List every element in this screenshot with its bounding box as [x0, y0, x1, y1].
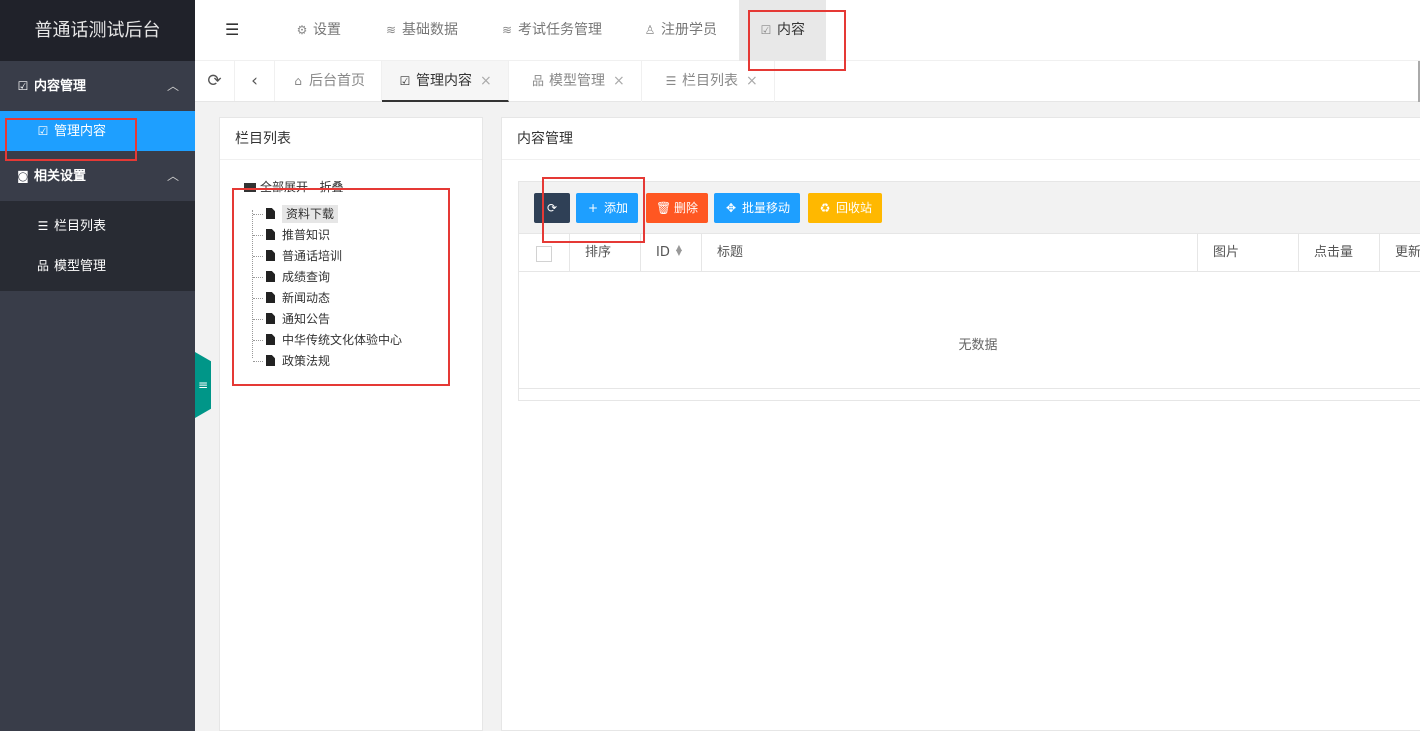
sort-icon[interactable]: ▲ ▼: [676, 244, 682, 257]
gear-icon: ⚙: [296, 23, 308, 37]
edit-icon: ☑: [399, 74, 411, 88]
topnav-base-data[interactable]: ≋ 基础数据: [384, 0, 458, 61]
tab-home[interactable]: ⌂ 后台首页: [275, 61, 382, 102]
column-header-id[interactable]: ID ▲ ▼: [641, 234, 702, 272]
select-all-checkbox[interactable]: [536, 246, 552, 262]
tab-model-manage[interactable]: 品模型管理 ×: [515, 61, 642, 102]
delete-button[interactable]: 🗑 删除: [646, 193, 709, 223]
sitemap-icon: 品: [36, 259, 49, 273]
chevron-up-icon: ︿: [166, 169, 179, 183]
list-icon: ☰: [37, 219, 49, 233]
tab-manage-content[interactable]: ☑ 管理内容 ×: [382, 61, 509, 102]
sidebar-group-content[interactable]: ☑ 内容管理 ︿: [0, 61, 195, 111]
edit-icon: ☑: [17, 79, 29, 93]
sitemap-icon: 品: [531, 74, 544, 88]
sliders-icon: ≡: [197, 378, 209, 392]
recycle-bin-button[interactable]: ♻ 回收站: [808, 193, 883, 223]
recycle-icon: ♻: [819, 201, 831, 215]
column-header-title[interactable]: 标题: [702, 234, 1198, 272]
list-icon: ☰: [665, 74, 677, 88]
column-header-updated[interactable]: 更新: [1380, 234, 1420, 272]
database-icon: ≋: [501, 23, 513, 37]
close-icon[interactable]: ×: [480, 73, 492, 89]
table-header: 排序 ID ▲ ▼ 标题 图片 点击量 更新: [519, 234, 1420, 272]
sidebar: 普通话测试后台 ☑ 内容管理 ︿ ☑ 管理内容 ◙ 相关设置 ︿ ☰ 栏目列表 品模型管…: [0, 0, 195, 731]
panel-title: 栏目列表: [220, 118, 482, 160]
sidebar-group-label: 内容管理: [34, 79, 87, 94]
topnav-students[interactable]: ♙ 注册学员: [643, 0, 717, 61]
trash-icon: 🗑: [656, 201, 672, 215]
topnav-exam-tasks[interactable]: ≋ 考试任务管理: [500, 0, 602, 61]
chevron-up-icon: ︿: [166, 79, 179, 93]
user-icon: ♙: [644, 23, 656, 37]
column-header-clicks[interactable]: 点击量: [1299, 234, 1380, 272]
sidebar-item-label: 栏目列表: [54, 219, 107, 234]
home-icon: ⌂: [294, 74, 302, 88]
sidebar-item-column-list[interactable]: ☰ 栏目列表: [0, 206, 195, 246]
panel-title: 内容管理: [502, 118, 1420, 160]
highlight-box: [232, 188, 450, 386]
app-title: 普通话测试后台: [0, 0, 195, 61]
batch-move-button[interactable]: ✥ 批量移动: [714, 193, 801, 223]
sidebar-submenu-settings: ☰ 栏目列表 品模型管理: [0, 201, 195, 291]
highlight-box: [748, 10, 846, 71]
database-icon: ≋: [385, 23, 397, 37]
collapse-handle[interactable]: ≡: [195, 352, 211, 418]
highlight-box: [5, 118, 137, 161]
sidebar-item-model-manage[interactable]: 品模型管理: [0, 246, 195, 286]
sidebar-group-label: 相关设置: [34, 169, 87, 184]
refresh-icon[interactable]: ⟳: [195, 61, 235, 101]
content-table: ⟳ + 添加 🗑 删除 ✥ 批量移动 ♻ 回收站 排序 ID ▲ ▼ 标题 图片 点击量 更…: [518, 181, 1420, 401]
close-icon[interactable]: ×: [613, 73, 625, 89]
empty-state: 无数据: [519, 303, 1420, 389]
sidebar-item-label: 模型管理: [54, 259, 107, 274]
close-icon[interactable]: ×: [746, 73, 758, 89]
topnav-settings[interactable]: ⚙ 设置: [295, 0, 341, 61]
table-toolbar: ⟳ + 添加 🗑 删除 ✥ 批量移动 ♻ 回收站: [519, 182, 1420, 234]
menu-toggle-icon[interactable]: ☰: [225, 20, 239, 39]
move-icon: ✥: [725, 201, 737, 215]
highlight-box: [542, 177, 645, 243]
chevron-left-icon[interactable]: ‹: [235, 61, 275, 101]
column-header-image[interactable]: 图片: [1198, 234, 1299, 272]
